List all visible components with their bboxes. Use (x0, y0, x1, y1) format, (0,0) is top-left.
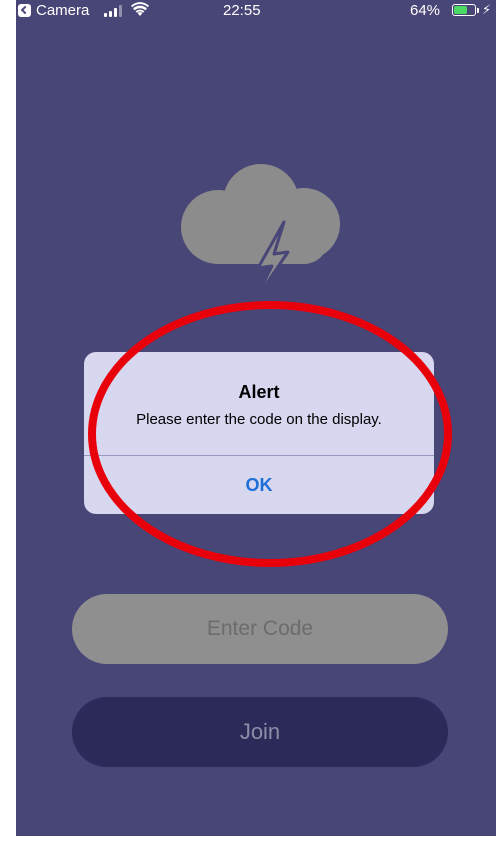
back-arrow-icon[interactable] (18, 4, 31, 17)
bolt-icon: ⚡ (482, 2, 492, 17)
signal-icon (104, 5, 126, 17)
back-to-app-label[interactable]: Camera (36, 2, 89, 19)
clock: 22:55 (223, 2, 261, 19)
battery-level (454, 6, 467, 14)
app-screen: Camera 22:55 64% ⚡ Enter Code Join Alert… (16, 0, 496, 836)
alert-title: Alert (238, 382, 280, 402)
cloud-lightning-icon (181, 164, 340, 304)
code-input[interactable] (72, 594, 448, 664)
alert-dialog: Alert Please enter the code on the displ… (84, 352, 434, 514)
status-bar: Camera 22:55 64% ⚡ (16, 0, 496, 24)
alert-ok-button[interactable]: OK (84, 456, 434, 514)
battery-tip (477, 8, 479, 13)
battery-icon (452, 4, 476, 16)
battery-percent: 64% (410, 2, 441, 19)
wifi-icon (131, 2, 149, 16)
join-button[interactable]: Join (72, 697, 448, 767)
alert-message: Please enter the code on the display. (136, 411, 382, 428)
